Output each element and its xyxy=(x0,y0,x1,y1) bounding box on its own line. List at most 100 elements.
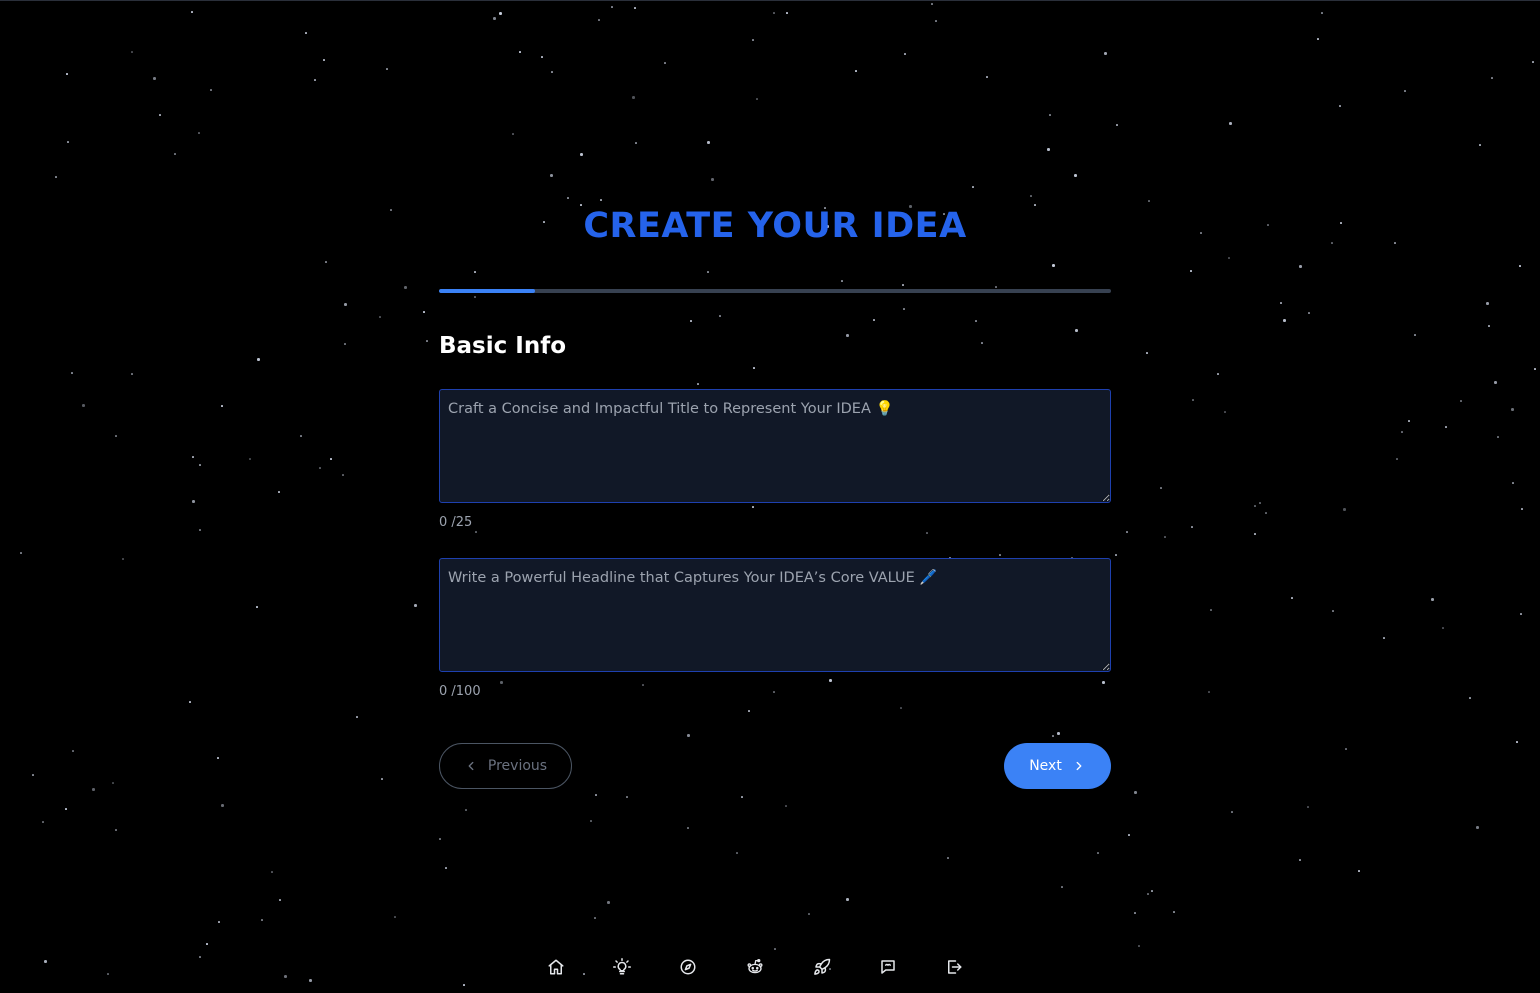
star-dot xyxy=(153,77,156,80)
compass-icon xyxy=(679,958,697,976)
star-dot xyxy=(1408,420,1410,422)
star-dot xyxy=(590,820,592,822)
star-dot xyxy=(690,320,692,322)
nav-reddit[interactable] xyxy=(745,955,765,979)
bottom-nav xyxy=(540,955,1010,979)
star-dot xyxy=(1254,505,1256,507)
star-dot xyxy=(1057,732,1060,735)
star-dot xyxy=(1104,52,1107,55)
star-dot xyxy=(465,809,467,811)
star-dot xyxy=(935,20,937,22)
star-dot xyxy=(379,316,381,318)
next-button-label: Next xyxy=(1029,758,1062,774)
star-dot xyxy=(1134,791,1137,794)
star-dot xyxy=(159,114,161,116)
star-dot xyxy=(519,51,521,53)
star-dot xyxy=(221,405,223,407)
star-dot xyxy=(309,979,312,982)
star-dot xyxy=(841,280,843,282)
star-dot xyxy=(325,261,327,263)
star-dot xyxy=(632,96,635,99)
star-dot xyxy=(1431,598,1434,601)
star-dot xyxy=(206,943,208,945)
star-dot xyxy=(1254,533,1256,535)
title-textarea[interactable] xyxy=(439,389,1111,503)
star-dot xyxy=(1331,242,1333,244)
next-button[interactable]: Next xyxy=(1004,743,1111,789)
star-dot xyxy=(541,56,543,58)
star-dot xyxy=(1521,508,1523,510)
star-dot xyxy=(719,315,721,317)
star-dot xyxy=(323,59,325,61)
star-dot xyxy=(1173,911,1175,913)
star-dot xyxy=(1208,691,1210,693)
star-dot xyxy=(381,778,383,780)
nav-explore[interactable] xyxy=(679,955,697,979)
star-dot xyxy=(55,176,57,178)
progress-bar-fill xyxy=(439,289,536,293)
star-dot xyxy=(1491,77,1493,79)
nav-ideas[interactable] xyxy=(613,955,631,979)
lightbulb-icon xyxy=(613,958,631,976)
star-dot xyxy=(199,956,201,958)
star-dot xyxy=(1259,502,1261,504)
star-dot xyxy=(903,308,905,310)
nav-launch[interactable] xyxy=(813,955,831,979)
star-dot xyxy=(1146,352,1148,354)
star-dot xyxy=(1280,302,1282,304)
star-dot xyxy=(1283,319,1286,322)
star-dot xyxy=(1497,436,1499,438)
star-dot xyxy=(426,340,428,342)
star-dot xyxy=(1151,890,1153,892)
star-dot xyxy=(67,141,69,143)
star-dot xyxy=(1401,431,1403,433)
star-dot xyxy=(1049,114,1051,116)
star-dot xyxy=(1052,735,1054,737)
star-dot xyxy=(1442,627,1444,629)
star-dot xyxy=(1345,748,1347,750)
star-dot xyxy=(475,531,477,533)
star-dot xyxy=(474,296,476,298)
star-dot xyxy=(900,707,902,709)
star-dot xyxy=(1052,264,1055,267)
star-dot xyxy=(493,17,496,20)
star-dot xyxy=(607,901,610,904)
star-dot xyxy=(474,271,476,273)
star-dot xyxy=(131,51,133,53)
star-dot xyxy=(1299,859,1301,861)
star-dot xyxy=(550,174,553,177)
star-dot xyxy=(439,838,441,840)
star-dot xyxy=(1332,610,1334,612)
star-dot xyxy=(635,142,637,144)
star-dot xyxy=(1224,411,1226,413)
star-dot xyxy=(697,383,699,385)
star-dot xyxy=(736,852,738,854)
star-dot xyxy=(423,311,425,313)
previous-button-label: Previous xyxy=(487,758,548,774)
headline-textarea[interactable] xyxy=(439,558,1111,672)
star-dot xyxy=(904,53,906,55)
home-icon xyxy=(547,958,565,976)
star-dot xyxy=(115,435,117,437)
star-dot xyxy=(756,98,758,100)
star-dot xyxy=(330,458,332,460)
reddit-icon xyxy=(745,958,765,976)
star-dot xyxy=(595,794,597,796)
star-dot xyxy=(189,701,191,703)
nav-logout[interactable] xyxy=(945,955,963,979)
star-dot xyxy=(902,284,904,286)
star-dot xyxy=(300,435,302,437)
star-dot xyxy=(112,782,114,784)
star-dot xyxy=(261,919,263,921)
star-dot xyxy=(115,829,117,831)
nav-home[interactable] xyxy=(547,955,565,979)
star-dot xyxy=(191,11,193,13)
star-dot xyxy=(748,710,750,712)
star-dot xyxy=(1519,265,1521,267)
star-dot xyxy=(1047,148,1050,151)
star-dot xyxy=(687,734,690,737)
previous-button[interactable]: Previous xyxy=(439,743,572,789)
star-dot xyxy=(1075,329,1078,332)
nav-messages[interactable] xyxy=(879,955,897,979)
star-dot xyxy=(131,373,133,375)
